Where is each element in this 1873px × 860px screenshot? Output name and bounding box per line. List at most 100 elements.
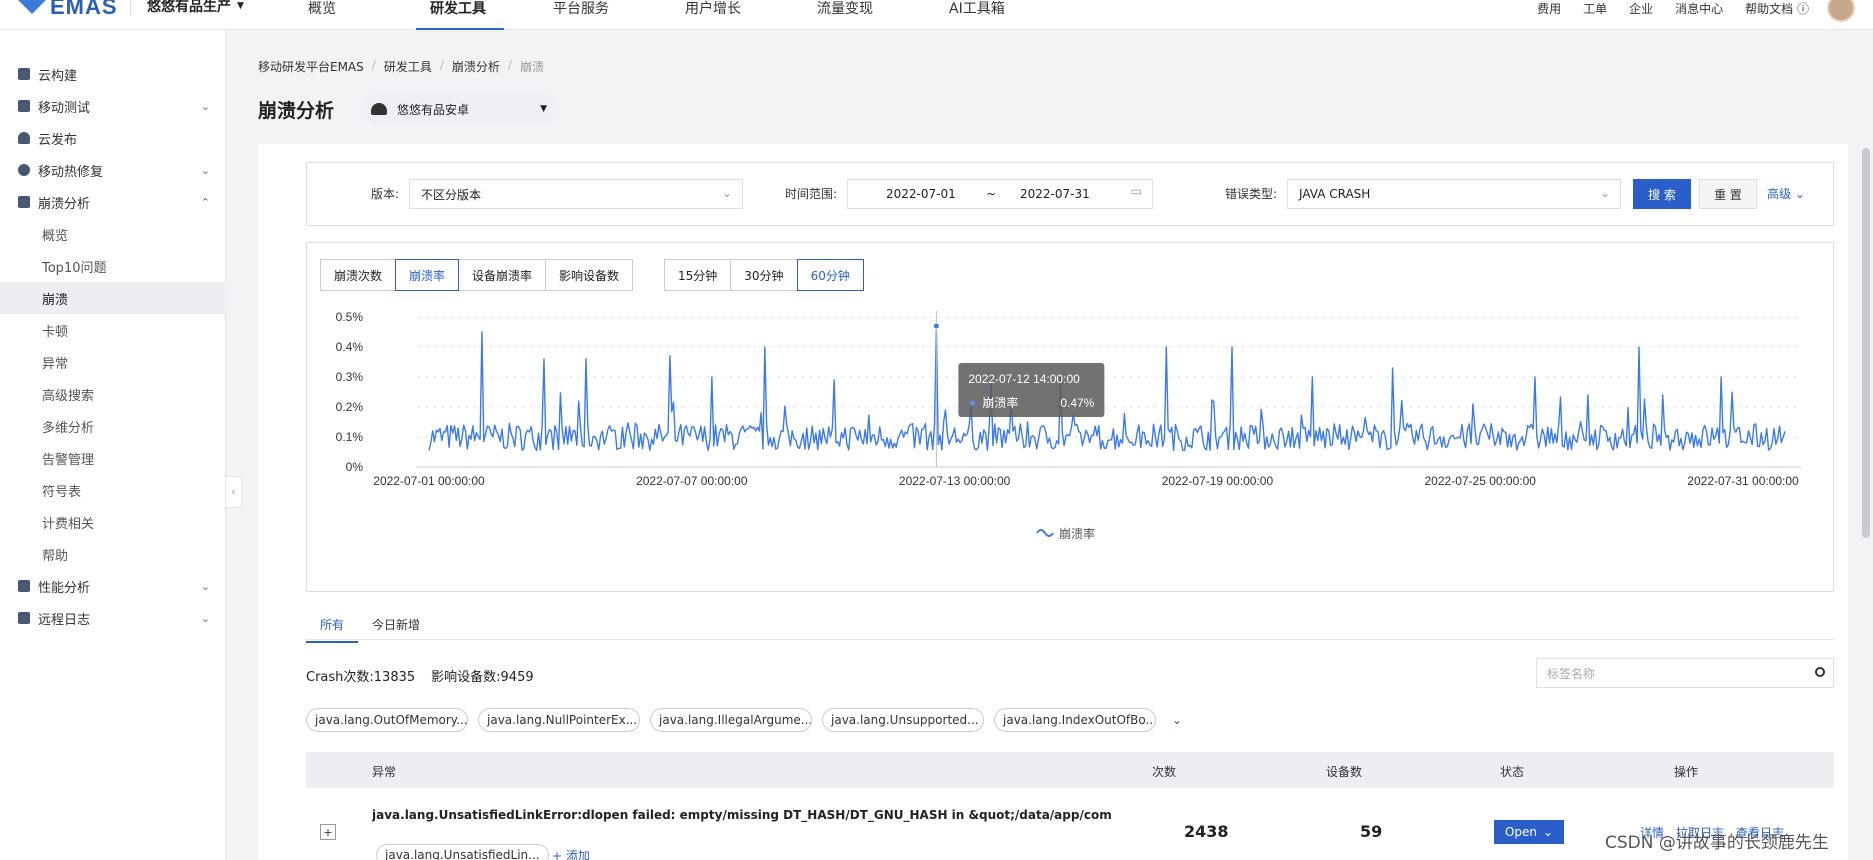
top-menu-monetize[interactable]: 流量变现: [817, 0, 949, 30]
chart-panel: 崩溃次数 崩溃率 设备崩溃率 影响设备数 15分钟 30分钟 60分钟 0% 0.…: [306, 242, 1834, 592]
version-label: 版本:: [371, 187, 400, 201]
chevron-down-icon[interactable]: ⌄: [1172, 713, 1182, 727]
col-exception: 异常: [372, 765, 397, 779]
sidebar-sub-multidim[interactable]: 多维分析: [0, 410, 226, 442]
row-count: 2438: [1184, 822, 1229, 841]
metric-affected-devices[interactable]: 影响设备数: [545, 259, 634, 291]
y-tick-label: 0%: [346, 460, 364, 474]
breadcrumb-emas[interactable]: 移动研发平台EMAS: [258, 58, 364, 75]
crash-count-stat: Crash次数:13835: [306, 670, 416, 685]
error-type-select[interactable]: JAVA CRASH ⌄: [1287, 179, 1621, 209]
search-button[interactable]: 搜 索: [1633, 179, 1691, 209]
metric-crash-rate[interactable]: 崩溃率: [395, 259, 460, 291]
sidebar-sub-crash[interactable]: 崩溃: [0, 282, 226, 314]
interval-15min[interactable]: 15分钟: [664, 259, 732, 291]
monitor-icon: [18, 100, 30, 112]
chevron-down-icon: ⌄: [1543, 825, 1554, 839]
date-range-picker[interactable]: 2022-07-01 ~ 2022-07-31 ▭: [847, 179, 1153, 209]
app-selector[interactable]: 悠悠有品安卓 ▼: [361, 93, 559, 125]
date-end: 2022-07-31: [1020, 187, 1090, 201]
reset-button[interactable]: 重 置: [1699, 179, 1757, 209]
breadcrumb-crash-analysis[interactable]: 崩溃分析: [452, 58, 500, 75]
sidebar-item-performance[interactable]: 性能分析 ⌄: [0, 570, 226, 602]
sidebar-sub-top10[interactable]: Top10问题: [0, 250, 226, 282]
row-tag-chip[interactable]: java.lang.UnsatisfiedLin...: [376, 844, 549, 860]
tag-chip[interactable]: java.lang.OutOfMemory...: [306, 708, 468, 732]
exception-title[interactable]: java.lang.UnsatisfiedLinkError:dlopen fa…: [372, 808, 1112, 822]
app-switcher[interactable]: 悠悠有品生产 ▼: [130, 0, 244, 16]
chevron-down-icon: ⌄: [1599, 186, 1610, 200]
interval-60min[interactable]: 60分钟: [796, 259, 864, 291]
sidebar-item-mobile-test[interactable]: 移动测试 ⌄: [0, 90, 226, 122]
sidebar-collapse-handle[interactable]: ‹: [226, 476, 242, 508]
top-menu-overview[interactable]: 概览: [308, 0, 406, 30]
legend-swatch: [1036, 529, 1054, 537]
top-menu-platform[interactable]: 平台服务: [553, 0, 685, 30]
sidebar-sub-advanced-search[interactable]: 高级搜索: [0, 378, 226, 410]
link-help-docs[interactable]: 帮助文档 ⓘ: [1745, 0, 1809, 17]
top-menu-growth[interactable]: 用户增长: [685, 0, 817, 30]
sidebar-item-remote-log[interactable]: 远程日志 ⌄: [0, 602, 226, 634]
page-scrollbar[interactable]: [1862, 148, 1870, 538]
sidebar-sub-exception[interactable]: 异常: [0, 346, 226, 378]
android-icon: [371, 103, 387, 115]
breadcrumb-dev-tools[interactable]: 研发工具: [384, 58, 432, 75]
status-dropdown[interactable]: Open ⌄: [1494, 820, 1564, 844]
crash-rate-chart[interactable]: 0% 0.1% 0.2% 0.3% 0.4% 0.5% 2022-07-01 00:00:0…: [307, 307, 1835, 593]
link-enterprise[interactable]: 企业: [1629, 0, 1653, 17]
search-icon: [1815, 667, 1825, 677]
top-right-links: 费用 工单 企业 消息中心 帮助文档 ⓘ: [1515, 0, 1855, 22]
top-menu-dev-tools[interactable]: 研发工具: [416, 0, 504, 30]
interval-tabs: 15分钟 30分钟 60分钟: [664, 259, 864, 291]
y-tick-label: 0.3%: [336, 370, 364, 384]
top-menu-ai-tools[interactable]: AI工具箱: [949, 0, 1049, 30]
log-icon: [18, 612, 30, 624]
x-tick-label: 2022-07-01 00:00:00: [373, 474, 485, 488]
table-header: 异常 次数 设备数 状态 操作: [306, 752, 1834, 788]
tooltip-time: 2022-07-12 14:00:00: [968, 372, 1080, 386]
sidebar-item-cloud-build[interactable]: 云构建: [0, 58, 226, 90]
expand-row-button[interactable]: +: [320, 824, 336, 840]
sidebar-sub-billing[interactable]: 计费相关: [0, 506, 226, 538]
avatar[interactable]: [1827, 0, 1855, 22]
chevron-down-icon: ⌄: [200, 99, 210, 113]
caret-down-icon: ▼: [540, 104, 547, 114]
add-tag-link[interactable]: + 添加: [552, 847, 590, 860]
tooltip-dot: [969, 400, 975, 406]
sidebar-item-hotfix[interactable]: 移动热修复 ⌄: [0, 154, 226, 186]
sidebar-sub-alerts[interactable]: 告警管理: [0, 442, 226, 474]
phone-icon: [18, 580, 30, 592]
sidebar-sub-symbols[interactable]: 符号表: [0, 474, 226, 506]
version-select[interactable]: 不区分版本 ⌄: [409, 179, 743, 209]
interval-30min[interactable]: 30分钟: [730, 259, 798, 291]
link-messages[interactable]: 消息中心: [1675, 0, 1723, 17]
col-actions: 操作: [1674, 765, 1699, 779]
sidebar-item-cloud-release[interactable]: 云发布: [0, 122, 226, 154]
chevron-up-icon: ⌃: [200, 195, 210, 209]
metric-crash-count[interactable]: 崩溃次数: [320, 259, 397, 291]
tag-chip[interactable]: java.lang.IllegalArgume...: [650, 708, 812, 732]
tag-chip[interactable]: java.lang.NullPointerEx...: [478, 708, 640, 732]
logo-text: EMAS: [50, 0, 118, 19]
hotfix-icon: [18, 164, 30, 176]
tag-chip[interactable]: java.lang.IndexOutOfBo...: [994, 708, 1156, 732]
hover-point: [932, 322, 940, 330]
col-devices: 设备数: [1326, 765, 1363, 779]
advanced-toggle[interactable]: 高级 ⌄: [1767, 185, 1805, 202]
chart-icon: [18, 196, 30, 208]
sidebar-item-crash-analysis[interactable]: 崩溃分析 ⌃: [0, 186, 226, 218]
calendar-icon: ▭: [1130, 184, 1142, 198]
emas-logo[interactable]: EMAS: [18, 0, 118, 20]
metric-device-crash-rate[interactable]: 设备崩溃率: [458, 259, 547, 291]
sidebar-sub-overview[interactable]: 概览: [0, 218, 226, 250]
link-billing[interactable]: 费用: [1537, 0, 1561, 17]
sidebar-sub-help[interactable]: 帮助: [0, 538, 226, 570]
col-count: 次数: [1152, 765, 1177, 779]
tag-chip[interactable]: java.lang.Unsupported...: [822, 708, 984, 732]
main-card: 版本: 不区分版本 ⌄ 时间范围: 2022-07-01 ~ 2022-07-3…: [258, 144, 1848, 860]
link-ticket[interactable]: 工单: [1583, 0, 1607, 17]
app-selector-label: 悠悠有品安卓: [397, 102, 470, 117]
tooltip-value: 0.47%: [1060, 396, 1094, 410]
sidebar-sub-lag[interactable]: 卡顿: [0, 314, 226, 346]
tag-search-input[interactable]: 标签名称: [1536, 658, 1834, 688]
